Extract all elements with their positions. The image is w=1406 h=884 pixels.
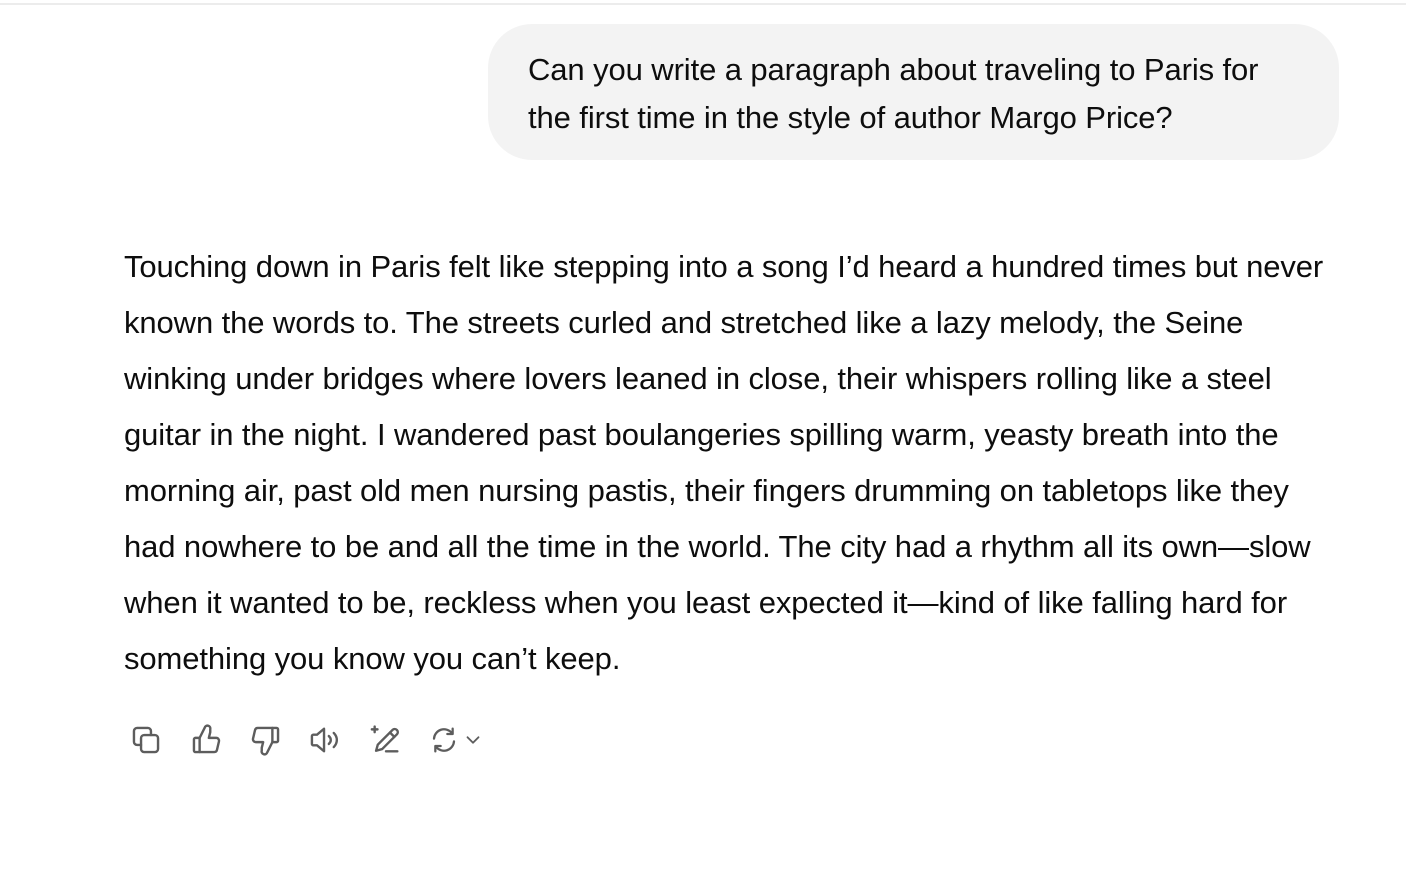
regenerate-icon (432, 727, 456, 753)
edit-in-canvas-button[interactable] (364, 716, 408, 764)
read-aloud-icon (310, 727, 339, 753)
chat-view: Can you write a paragraph about travelin… (0, 0, 1406, 884)
bad-response-button[interactable] (244, 716, 288, 764)
message-actions-bar (124, 716, 506, 764)
read-aloud-button[interactable] (304, 716, 348, 764)
regenerate-button[interactable] (424, 716, 490, 764)
assistant-message-text: Touching down in Paris felt like steppin… (124, 249, 1324, 676)
good-response-button[interactable] (184, 716, 228, 764)
edit-canvas-icon (370, 725, 399, 753)
thumbs-down-icon (251, 726, 280, 756)
user-message-text: Can you write a paragraph about travelin… (528, 52, 1259, 135)
copy-icon (132, 726, 160, 754)
thumbs-up-icon (192, 724, 221, 754)
chevron-down-icon (466, 736, 480, 744)
user-message-bubble: Can you write a paragraph about travelin… (488, 24, 1339, 160)
top-divider (0, 3, 1406, 5)
copy-button[interactable] (124, 716, 168, 764)
